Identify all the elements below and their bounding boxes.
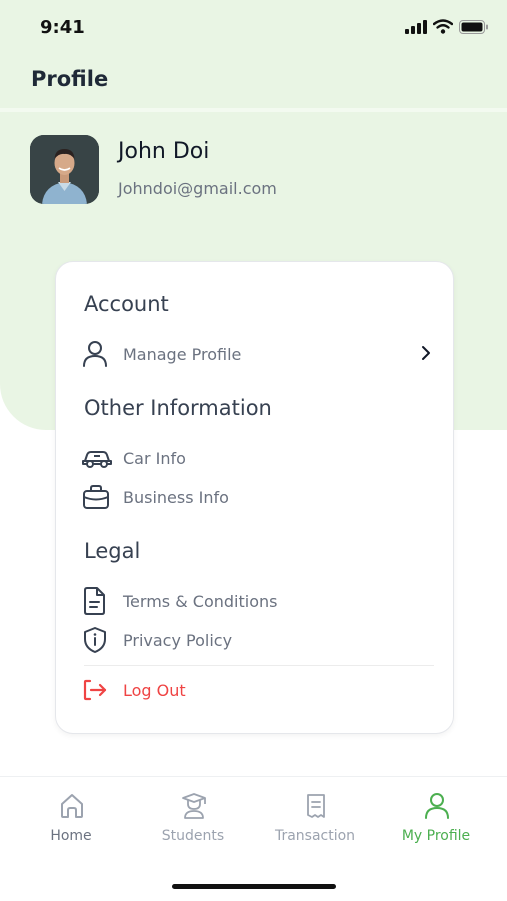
chevron-right-icon [422,346,430,360]
user-email: Johndoi@gmail.com [118,179,277,198]
tab-label: Students [161,828,225,844]
section-title-legal: Legal [84,539,141,563]
briefcase-icon [82,483,114,511]
section-title-other-information: Other Information [84,396,272,420]
tab-label: Home [50,828,92,844]
profile-menu-card: Account Manage Profile Other Information… [55,261,454,734]
battery-icon [459,19,488,34]
bottom-tab-bar: Home Students Transaction My Profile [0,776,507,901]
logout-icon [82,676,114,704]
receipt-icon [307,794,325,818]
page-title: Profile [31,67,109,91]
home-indicator [172,884,336,889]
status-icons [405,19,489,34]
tab-label: My Profile [401,828,471,844]
menu-item-manage-profile[interactable]: Manage Profile [82,338,432,370]
tab-students[interactable]: Students [133,777,253,857]
user-name: John Doi [118,139,210,164]
car-icon [82,444,114,472]
shield-icon [82,626,114,654]
tab-label: Transaction [274,828,356,844]
avatar-photo [30,135,99,204]
logout-label: Log Out [123,680,186,700]
logout-divider [84,665,434,666]
menu-item-label: Terms & Conditions [123,591,278,611]
user-icon [425,793,449,819]
tab-my-profile[interactable]: My Profile [376,777,496,857]
status-bar: 9:41 [0,0,507,56]
menu-item-terms-conditions[interactable]: Terms & Conditions [82,585,432,617]
home-icon [61,794,83,818]
section-title-account: Account [84,292,169,316]
menu-item-label: Privacy Policy [123,630,233,650]
tab-home[interactable]: Home [11,777,131,857]
header-divider [0,108,507,112]
menu-item-car-info[interactable]: Car Info [82,442,432,474]
avatar[interactable] [30,135,99,204]
menu-item-business-info[interactable]: Business Info [82,481,432,513]
menu-item-label: Business Info [123,487,229,507]
wifi-icon [433,19,453,34]
tab-transaction[interactable]: Transaction [255,777,375,857]
document-icon [82,587,114,615]
logout-button[interactable]: Log Out [82,674,432,706]
user-icon [82,340,114,368]
status-time: 9:41 [40,17,85,38]
signal-icon [405,19,427,34]
menu-item-privacy-policy[interactable]: Privacy Policy [82,624,432,656]
graduate-icon [182,793,206,819]
menu-item-label: Car Info [123,448,186,468]
menu-item-label: Manage Profile [123,344,242,364]
